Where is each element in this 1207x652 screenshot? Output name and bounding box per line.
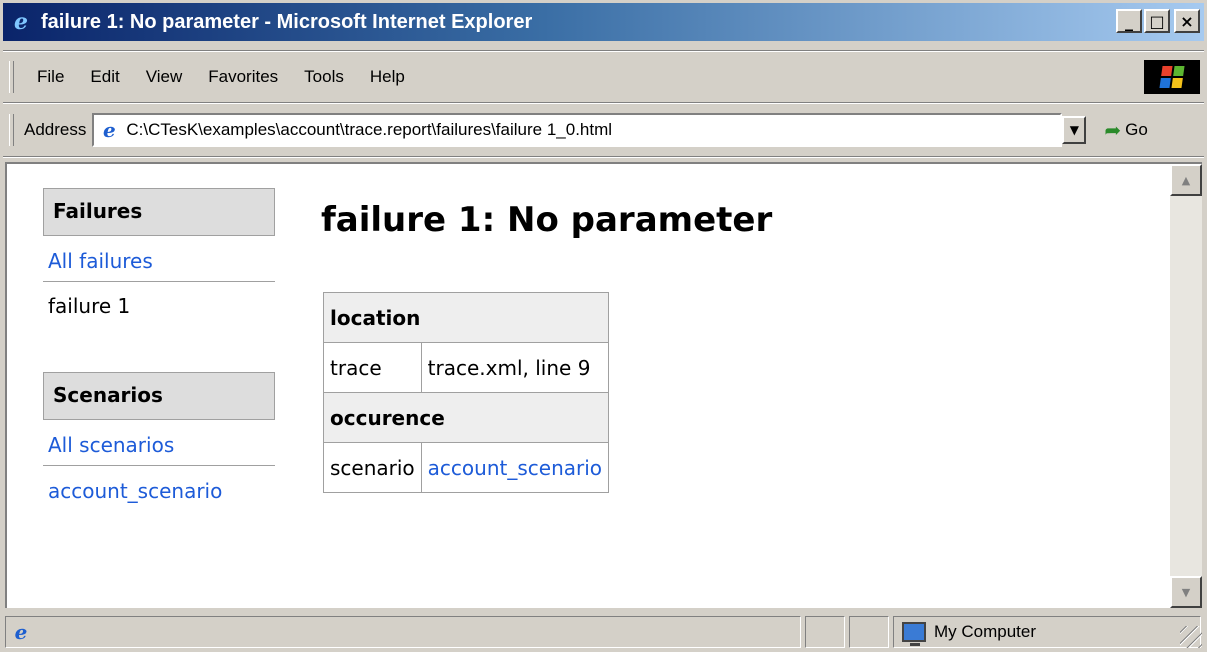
browser-window: e failure 1: No parameter - Microsoft In… (0, 0, 1207, 652)
menu-bar: File Edit View Favorites Tools Help (3, 56, 1204, 98)
scenario-label: scenario (323, 442, 422, 493)
page-title: failure 1: No parameter (321, 200, 773, 240)
scenario-value-link[interactable]: account_scenario (428, 456, 602, 480)
all-failures-link[interactable]: All failures (43, 236, 275, 281)
table-row: trace trace.xml, line 9 (323, 342, 610, 393)
address-bar: Address e ▼ ➦ Go (3, 108, 1204, 152)
menu-help[interactable]: Help (357, 63, 418, 91)
go-button[interactable]: ➦ Go (1104, 118, 1147, 143)
status-text-cell: e (5, 616, 801, 648)
address-input[interactable] (126, 117, 1061, 143)
toolbar-grip[interactable] (9, 61, 14, 93)
trace-label: trace (323, 342, 422, 393)
status-bar: e My Computer (3, 612, 1204, 650)
status-progress-cell (805, 616, 845, 648)
status-lock-cell (849, 616, 889, 648)
failures-heading: Failures (43, 188, 275, 236)
scroll-down-button[interactable]: ▼ (1170, 576, 1202, 608)
table-row: location (322, 292, 610, 343)
menu-favorites[interactable]: Favorites (195, 63, 291, 91)
window-title: failure 1: No parameter - Microsoft Inte… (41, 10, 533, 33)
location-header: location (322, 292, 610, 343)
all-scenarios-link[interactable]: All scenarios (43, 420, 275, 465)
address-label: Address (24, 120, 87, 139)
windows-flag-icon (1159, 66, 1185, 88)
page-viewport[interactable]: Failures All failures failure 1 Scenario… (5, 162, 1202, 608)
zone-label: My Computer (934, 622, 1037, 641)
separator (3, 156, 1204, 158)
throbber (1144, 60, 1200, 94)
sidebar: Failures All failures failure 1 Scenario… (43, 188, 275, 511)
resize-grip[interactable] (1180, 626, 1202, 648)
menu-edit[interactable]: Edit (77, 63, 132, 91)
arrow-down-icon: ▼ (1181, 585, 1191, 599)
address-dropdown-button[interactable]: ▼ (1062, 116, 1087, 144)
separator (3, 50, 1204, 52)
maximize-button[interactable]: □ (1144, 9, 1170, 33)
caption-buttons: _ □ × (1116, 9, 1200, 33)
scenario-value-cell: account_scenario (420, 442, 610, 493)
scenarios-heading: Scenarios (43, 372, 275, 420)
arrow-up-icon: ▲ (1181, 173, 1191, 187)
vertical-scrollbar[interactable]: ▲ ▼ (1170, 164, 1202, 608)
menu-view[interactable]: View (133, 63, 196, 91)
separator (3, 102, 1204, 104)
menu-file[interactable]: File (24, 63, 77, 91)
trace-value: trace.xml, line 9 (420, 342, 610, 393)
occurence-header: occurence (322, 392, 610, 443)
scroll-up-button[interactable]: ▲ (1170, 164, 1202, 196)
my-computer-icon (902, 622, 926, 646)
table-row: occurence (322, 392, 610, 443)
minimize-button[interactable]: _ (1116, 9, 1142, 33)
security-zone: My Computer (893, 616, 1201, 648)
go-arrow-icon: ➦ (1104, 119, 1122, 142)
ie-page-icon: e (14, 620, 28, 644)
toolbar-grip[interactable] (9, 114, 14, 146)
close-button[interactable]: × (1174, 9, 1200, 33)
ie-logo-icon: e (14, 9, 28, 35)
current-failure-item: failure 1 (48, 294, 131, 318)
failure-details-table: location trace trace.xml, line 9 occuren… (322, 292, 610, 493)
go-label: Go (1125, 120, 1148, 139)
scenario-link[interactable]: account_scenario (43, 466, 275, 511)
title-bar[interactable]: e failure 1: No parameter - Microsoft In… (3, 3, 1204, 41)
ie-page-icon: e (103, 118, 116, 142)
chevron-down-icon: ▼ (1069, 123, 1079, 137)
table-row: scenario account_scenario (323, 442, 610, 493)
menu-tools[interactable]: Tools (291, 63, 357, 91)
address-field[interactable]: e (92, 113, 1063, 147)
